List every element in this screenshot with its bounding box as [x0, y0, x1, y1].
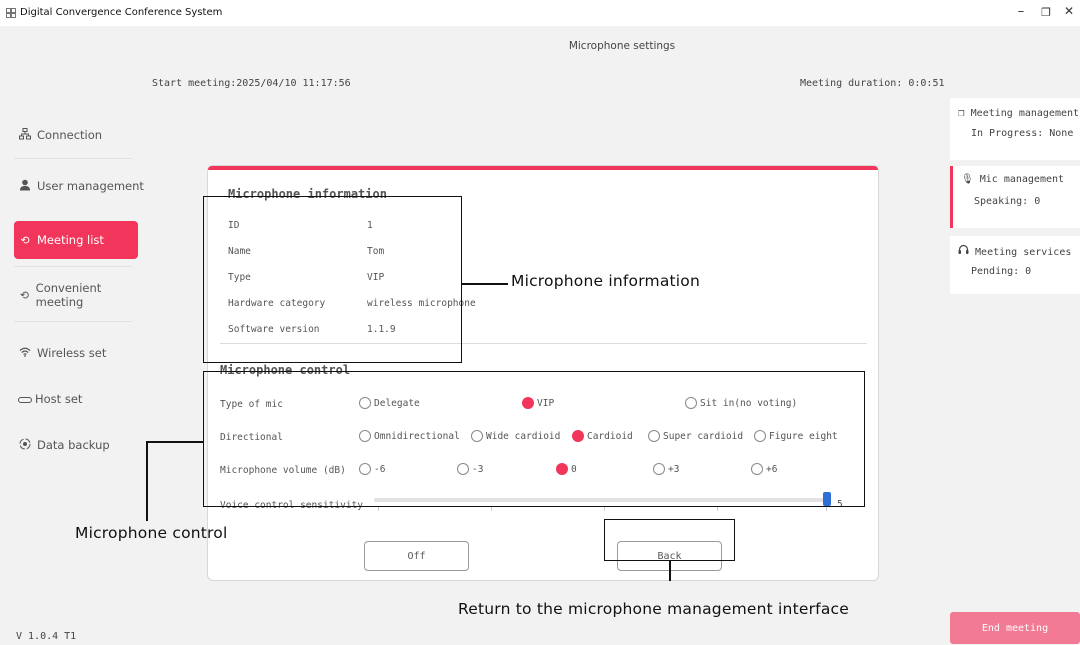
dialog-accent-bar — [208, 166, 878, 170]
meeting-services-card[interactable]: Meeting services Pending: 0 — [950, 236, 1080, 294]
meeting-management-card[interactable]: ❐ Meeting management In Progress: None — [950, 98, 1080, 160]
end-meeting-button[interactable]: End meeting — [950, 612, 1080, 644]
sidebar-item-meeting-list[interactable]: ⟲ Meeting list — [14, 221, 138, 259]
meeting-icon: ⟲ — [19, 288, 29, 302]
slider-tick — [717, 507, 718, 511]
maximize-icon[interactable]: ❐ — [1038, 6, 1054, 19]
meeting-duration: Meeting duration: 0:0:51 — [800, 78, 945, 89]
meeting-icon: ⟲ — [20, 233, 30, 247]
annotation-label-back: Return to the microphone management inte… — [458, 600, 849, 618]
annotation-line — [669, 561, 671, 581]
start-meeting-time: Start meeting:2025/04/10 11:17:56 — [152, 78, 351, 89]
wifi-icon — [16, 347, 34, 360]
annotation-box-back — [604, 519, 735, 561]
close-icon[interactable]: ✕ — [1061, 4, 1077, 18]
annotation-label-info: Microphone information — [511, 272, 701, 290]
backup-icon — [16, 438, 34, 453]
sidebar-item-connection[interactable]: Connection — [0, 116, 144, 154]
meeting-services-title: Meeting services — [958, 244, 1071, 258]
title-bar: Digital Convergence Conference System – … — [0, 0, 1080, 26]
off-button[interactable]: Off — [364, 541, 469, 571]
annotation-box-control — [203, 371, 865, 507]
sidebar-item-host-set[interactable]: Host set — [0, 380, 144, 418]
sidebar-item-wireless-set[interactable]: Wireless set — [0, 334, 144, 372]
card-title: Meeting services — [975, 247, 1072, 258]
mic-icon: 🎙︎ — [961, 174, 974, 185]
sidebar-item-label: Meeting list — [37, 233, 104, 247]
sidebar-item-data-backup[interactable]: Data backup — [0, 426, 144, 464]
app-logo-icon — [6, 8, 16, 18]
mic-management-title: 🎙︎ Mic management — [961, 174, 1064, 185]
headset-icon — [958, 244, 975, 258]
user-icon — [16, 179, 34, 194]
divider — [14, 266, 132, 267]
annotation-label-control: Microphone control — [75, 524, 228, 542]
annotation-box-info — [203, 196, 462, 363]
sidebar-item-user-management[interactable]: User management — [0, 167, 144, 205]
host-icon — [16, 393, 34, 406]
sidebar-item-label: Convenient meeting — [35, 281, 102, 309]
sidebar-item-convenient-meeting[interactable]: ⟲ Convenient meeting — [0, 276, 144, 314]
annotation-line — [146, 441, 148, 521]
version-label: V 1.0.4 T1 — [16, 631, 77, 642]
mic-management-card[interactable]: 🎙︎ Mic management Speaking: 0 — [950, 166, 1080, 228]
sidebar-item-label: Connection — [37, 128, 103, 142]
card-status: Pending: 0 — [971, 266, 1032, 277]
card-title: Meeting management — [970, 108, 1080, 119]
annotation-line — [462, 283, 508, 285]
slider-tick — [604, 507, 605, 511]
sidebar-item-label: User management — [37, 179, 144, 193]
divider — [14, 158, 132, 159]
sidebar-item-label: Host set — [35, 392, 83, 406]
page-title: Microphone settings — [568, 40, 676, 52]
meeting-management-icon: ❐ — [958, 106, 965, 119]
app-title: Digital Convergence Conference System — [20, 7, 223, 18]
minimize-icon[interactable]: – — [1013, 4, 1029, 19]
sidebar-item-label: Wireless set — [37, 346, 107, 360]
card-title: Mic management — [979, 174, 1065, 185]
annotation-line — [146, 441, 204, 443]
slider-tick — [378, 507, 379, 511]
slider-tick — [491, 507, 492, 511]
card-status: In Progress: None — [971, 128, 1074, 139]
slider-tick — [826, 507, 827, 511]
sidebar-item-label: Data backup — [37, 438, 110, 452]
divider — [14, 321, 132, 322]
network-icon — [16, 127, 34, 143]
card-status: Speaking: 0 — [974, 196, 1041, 207]
meeting-management-title: ❐ Meeting management — [958, 106, 1079, 119]
